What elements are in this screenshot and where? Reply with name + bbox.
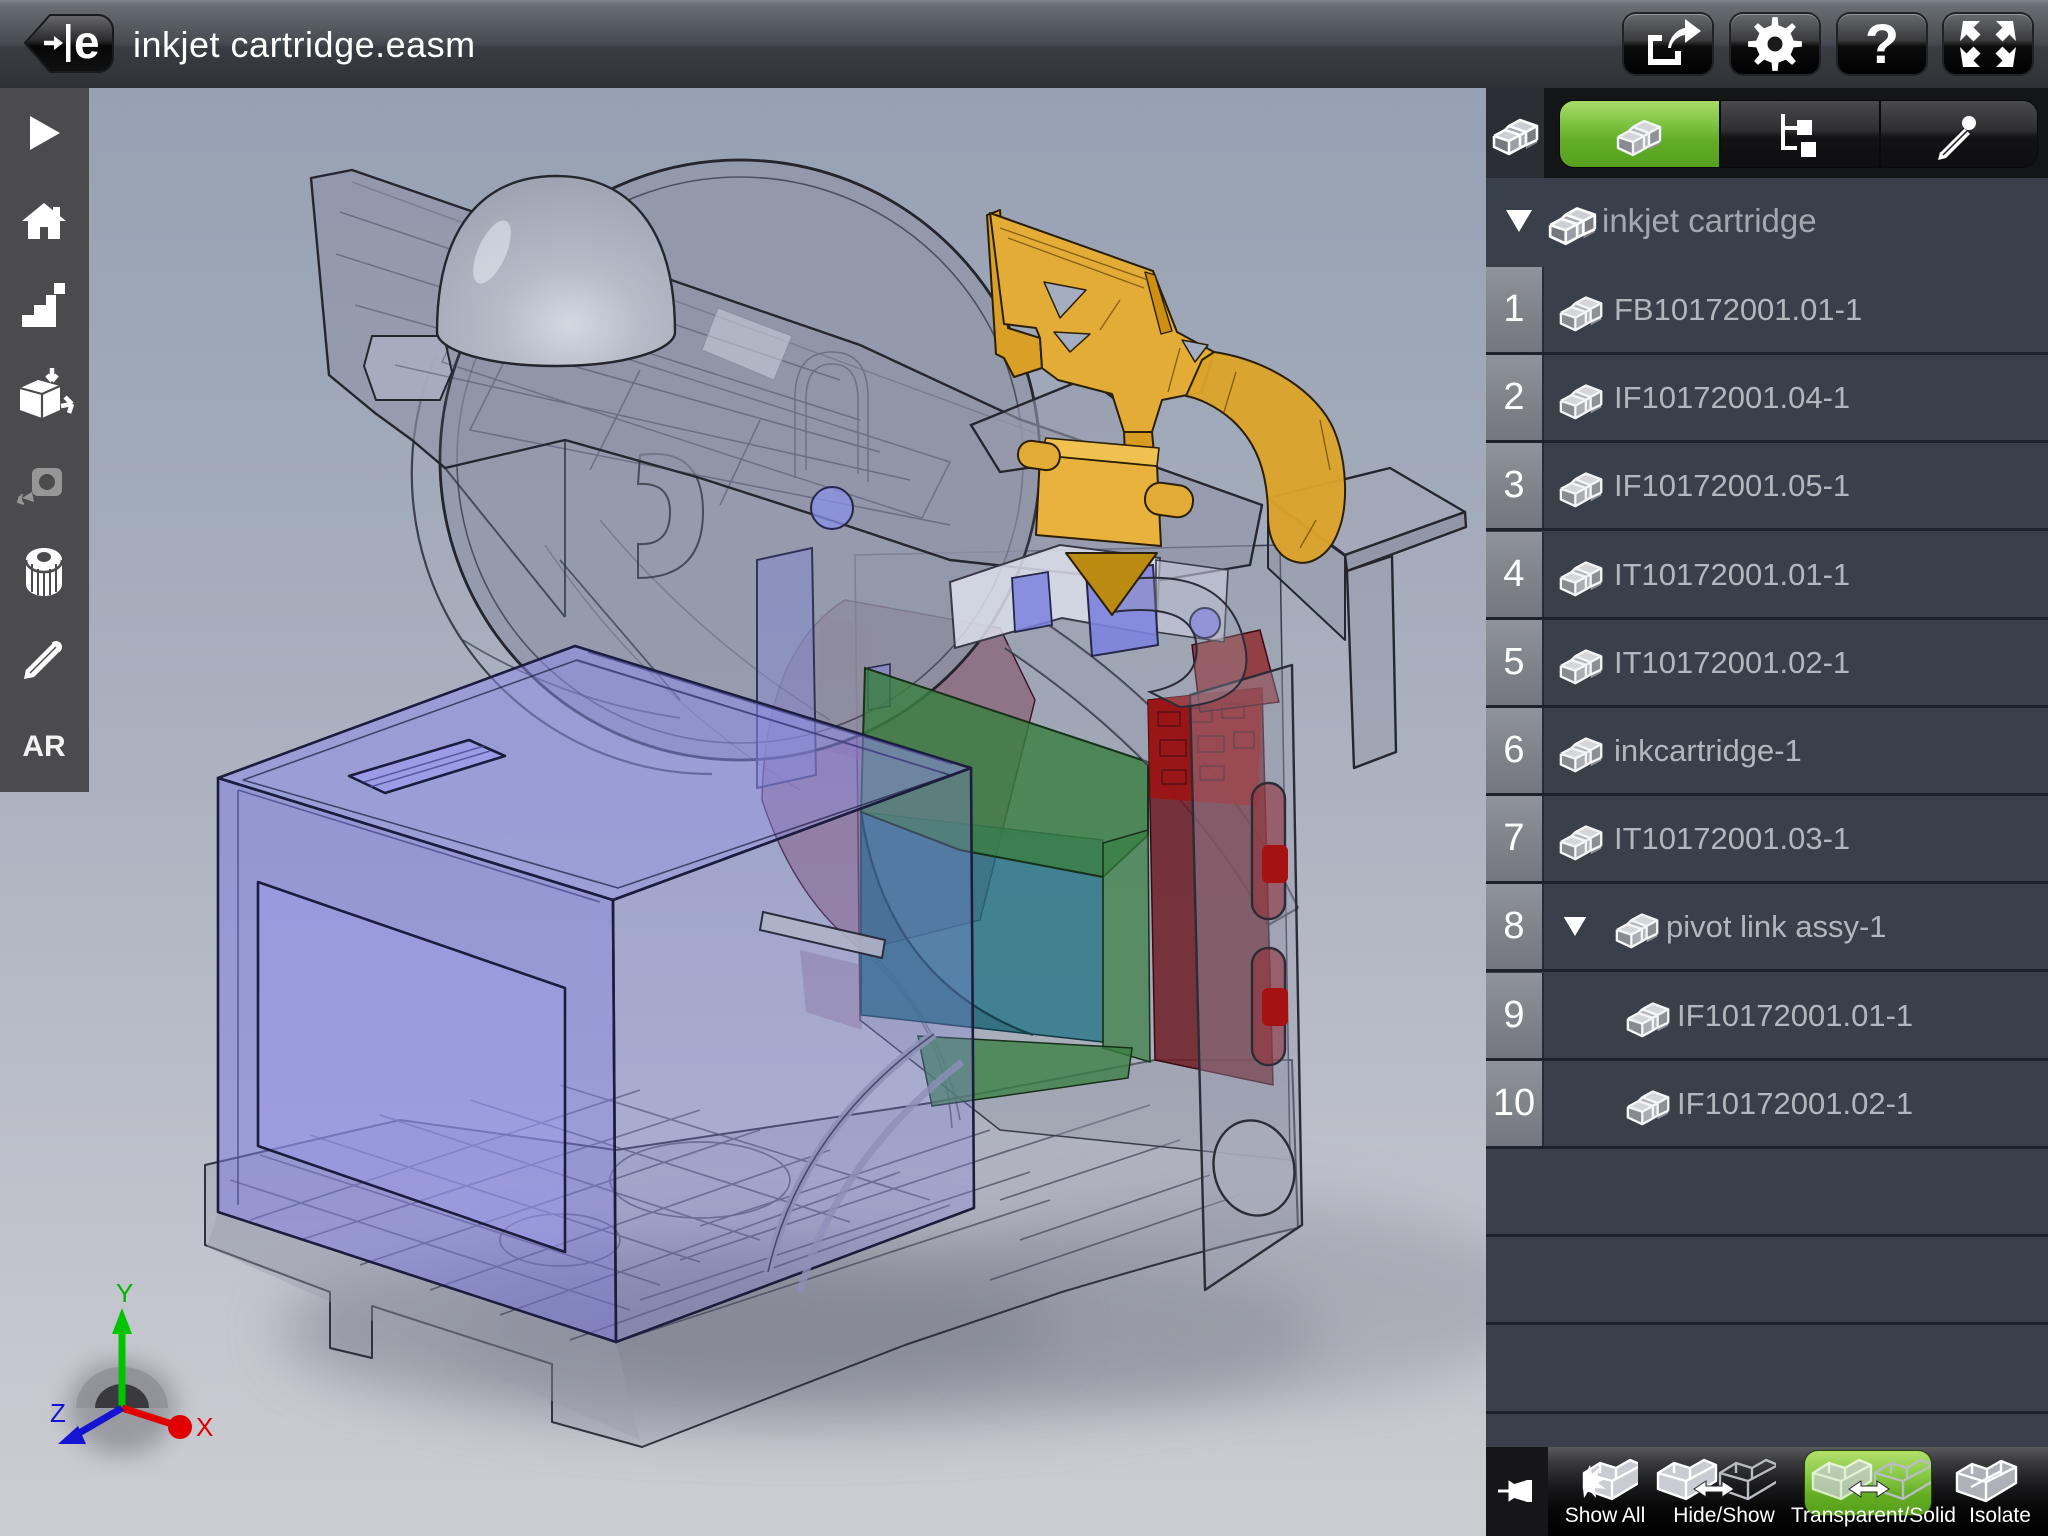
svg-text:?: ? [1865,14,1899,74]
svg-text:Z: Z [50,1398,66,1428]
svg-text:e: e [74,16,100,68]
svg-text:Y: Y [116,1278,133,1308]
svg-text:X: X [196,1412,213,1442]
svg-text:AR: AR [22,730,66,763]
